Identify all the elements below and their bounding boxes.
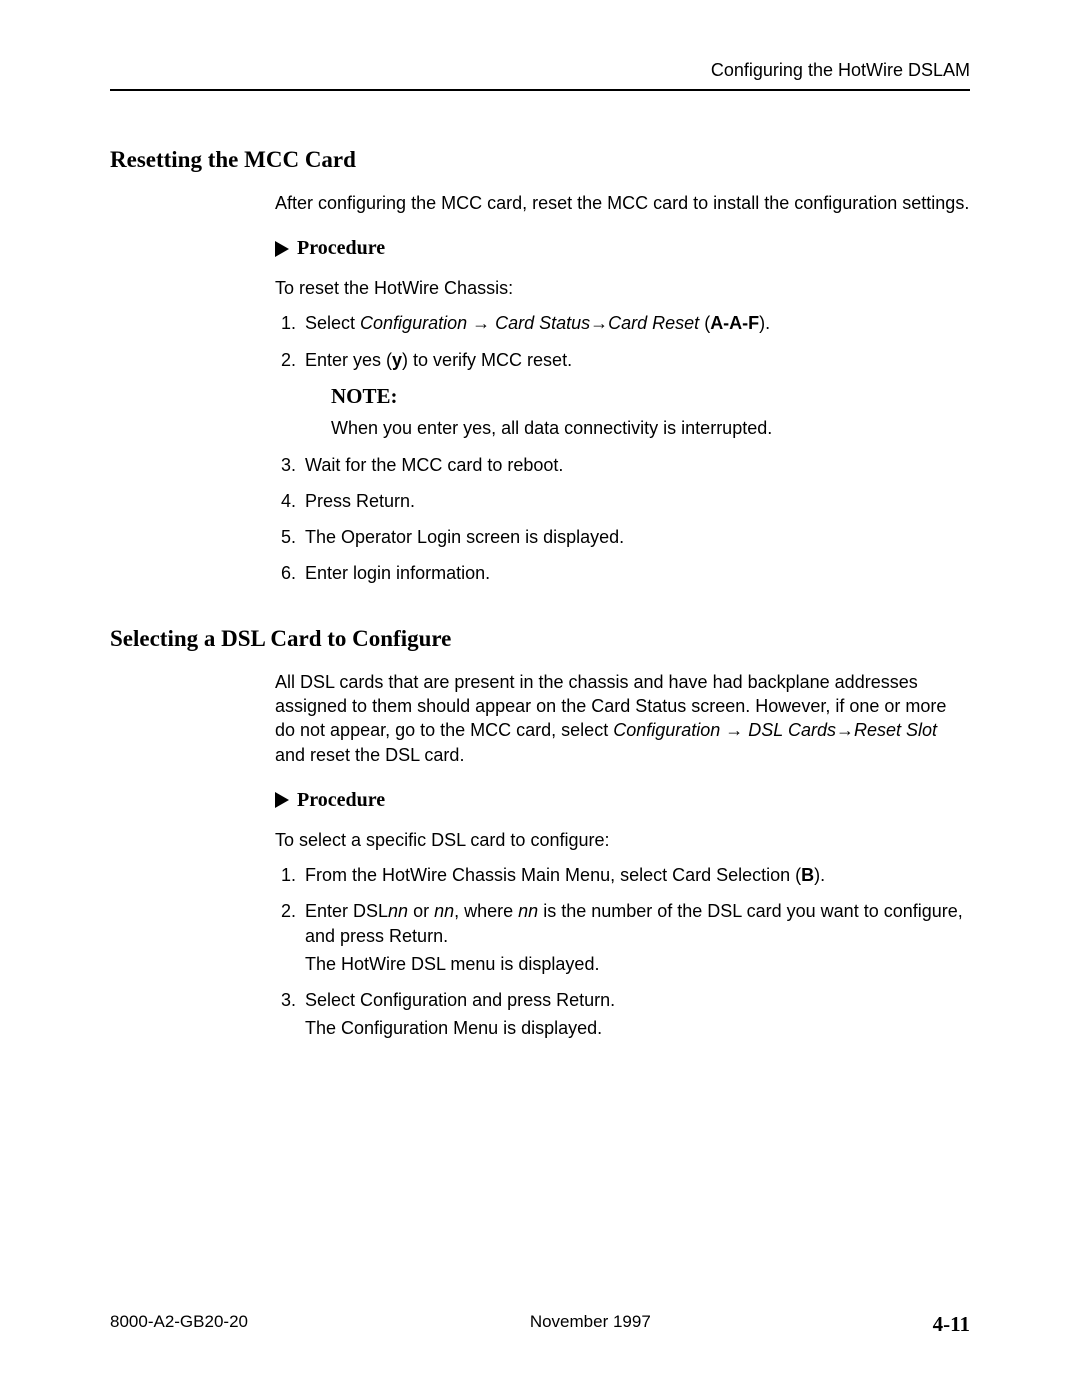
note-body: When you enter yes, all data connectivit… (331, 416, 970, 440)
procedure2-intro: To select a specific DSL card to configu… (275, 830, 970, 851)
procedure1-intro: To reset the HotWire Chassis: (275, 278, 970, 299)
section-heading-select-dsl: Selecting a DSL Card to Configure (110, 626, 970, 652)
triangle-right-icon (275, 241, 289, 257)
section1-intro: After configuring the MCC card, reset th… (275, 191, 970, 215)
variable: nn (388, 901, 408, 921)
procedure-heading-2: Procedure (275, 789, 970, 812)
note-title: NOTE: (331, 382, 970, 410)
step-text: Select (305, 313, 360, 333)
step-result: The HotWire DSL menu is displayed. (305, 952, 970, 976)
procedure-heading-1: Procedure (275, 237, 970, 260)
step-text: , where (454, 901, 518, 921)
list-item: The Operator Login screen is displayed. (301, 525, 970, 549)
procedure-label: Procedure (297, 237, 385, 260)
key-code: B (801, 865, 814, 885)
running-header: Configuring the HotWire DSLAM (110, 60, 970, 89)
note-block: NOTE: When you enter yes, all data conne… (331, 382, 970, 441)
section2-intro: All DSL cards that are present in the ch… (275, 670, 970, 767)
step-text: Enter yes ( (305, 350, 392, 370)
procedure1-steps: Select Configuration → Card Status→Card … (275, 311, 970, 585)
step-text: ). (759, 313, 770, 333)
step-text: or (408, 901, 434, 921)
procedure2-steps: From the HotWire Chassis Main Menu, sele… (275, 863, 970, 1041)
step-text: ) to verify MCC reset. (402, 350, 572, 370)
intro-text: and reset the DSL card. (275, 745, 464, 765)
step-text: Select Configuration and press Return. (305, 990, 615, 1010)
key-code: A-A-F (710, 313, 759, 333)
list-item: Enter login information. (301, 561, 970, 585)
step-text: ( (699, 313, 710, 333)
list-item: Select Configuration and press Return. T… (301, 988, 970, 1041)
list-item: From the HotWire Chassis Main Menu, sele… (301, 863, 970, 887)
header-rule (110, 89, 970, 91)
doc-id: 8000-A2-GB20-20 (110, 1312, 248, 1337)
list-item: Wait for the MCC card to reboot. (301, 453, 970, 477)
step-text: Enter DSL (305, 901, 388, 921)
list-item: Enter yes (y) to verify MCC reset. NOTE:… (301, 348, 970, 441)
variable: nn (518, 901, 538, 921)
list-item: Select Configuration → Card Status→Card … (301, 311, 970, 335)
triangle-right-icon (275, 792, 289, 808)
step-result: The Configuration Menu is displayed. (305, 1016, 970, 1040)
step-text: ). (814, 865, 825, 885)
key-code: y (392, 350, 402, 370)
menu-path: Configuration → Card Status→Card Reset (360, 313, 699, 333)
step-text: From the HotWire Chassis Main Menu, sele… (305, 865, 801, 885)
variable: nn (434, 901, 454, 921)
section-heading-reset-mcc: Resetting the MCC Card (110, 147, 970, 173)
page: Configuring the HotWire DSLAM Resetting … (0, 0, 1080, 1397)
footer-date: November 1997 (530, 1312, 651, 1337)
list-item: Press Return. (301, 489, 970, 513)
menu-path: Configuration → DSL Cards→Reset Slot (613, 720, 937, 740)
page-number: 4-11 (933, 1312, 970, 1337)
list-item: Enter DSLnn or nn, where nn is the numbe… (301, 899, 970, 976)
page-footer: 8000-A2-GB20-20 November 1997 4-11 (110, 1312, 970, 1337)
procedure-label: Procedure (297, 789, 385, 812)
